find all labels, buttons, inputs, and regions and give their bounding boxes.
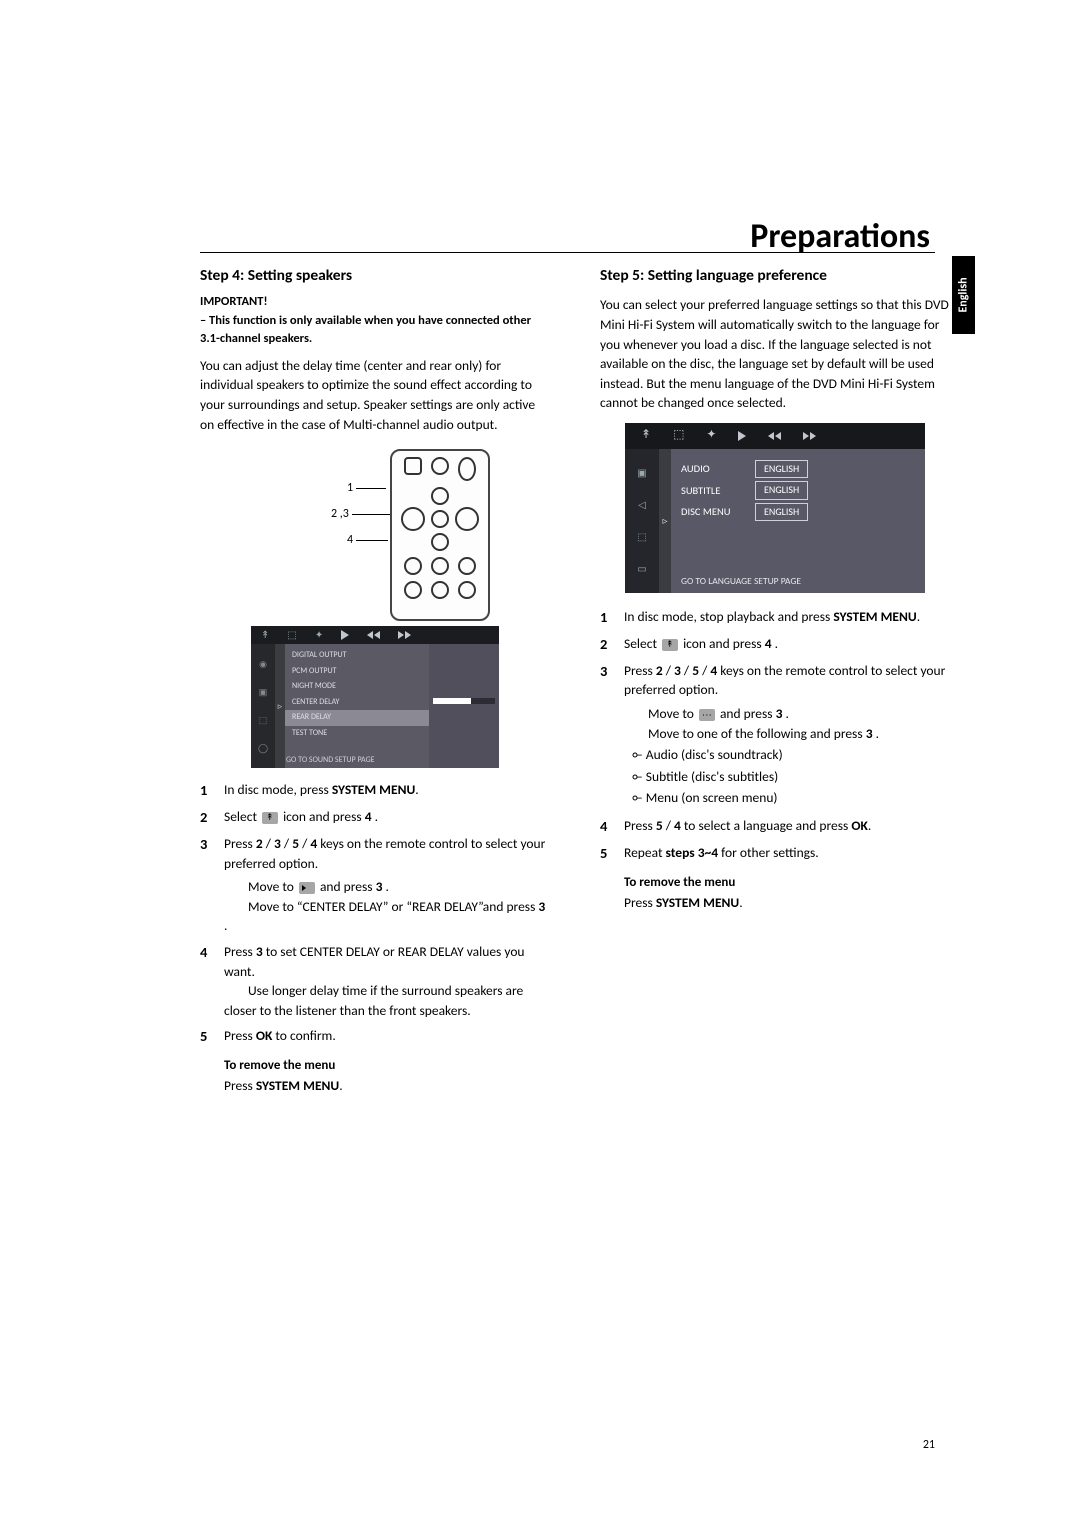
step-text: Select icon and press 4 . [224, 807, 550, 828]
lang-value: ENGLISH [755, 460, 808, 479]
rewind-icon [367, 631, 380, 639]
step-num: 1 [200, 780, 214, 801]
lang-value: ENGLISH [755, 481, 808, 500]
speaker-icon [299, 882, 315, 894]
step-num: 5 [600, 843, 614, 864]
step-num: 2 [600, 634, 614, 655]
sound-level-icon [662, 639, 678, 651]
language-menu-figure: ↟ ⬚ ✦ ▣◁⬚▭ ▹ AUDIOENGLISH SUBTITLEENGLIS… [625, 423, 925, 593]
menu-item: DIGITAL OUTPUT [285, 648, 429, 664]
play-icon [738, 431, 746, 441]
step-num: 1 [600, 607, 614, 628]
menu-topbar: ↟ ⬚ ✦ [251, 626, 499, 644]
callout-4: 4 [347, 532, 388, 549]
step-num: 2 [200, 807, 214, 828]
menu-item-selected: REAR DELAY [285, 710, 429, 726]
callout-23: 2 ,3 [331, 506, 398, 523]
page-title: Preparations [750, 216, 930, 257]
menu-list: DIGITAL OUTPUT PCM OUTPUT NIGHT MODE CEN… [285, 644, 429, 768]
menu-item: CENTER DELAY [285, 695, 429, 711]
lang-main: AUDIOENGLISH SUBTITLEENGLISH DISC MENUEN… [671, 449, 925, 593]
subtitle-icon [699, 709, 715, 721]
menu-slider [429, 644, 499, 768]
lang-footer: GO TO LANGUAGE SETUP PAGE [681, 575, 801, 589]
play-icon [341, 630, 349, 640]
forward-icon [803, 432, 816, 440]
step-num: 5 [200, 1026, 214, 1047]
menu-sidebar2: ▹ [275, 644, 285, 768]
step-text: Press 2 / 3 / 5 / 4 keys on the remote c… [224, 834, 550, 936]
step-num: 3 [600, 661, 614, 810]
lang-label: SUBTITLE [681, 483, 755, 498]
subtitle-icon: ⬚ [673, 427, 684, 444]
menu-item: TEST TONE [285, 726, 429, 742]
remote-figure: 1 2 ,3 4 [235, 444, 515, 624]
remove-heading: To remove the menu [224, 1057, 550, 1076]
subtitle-icon: ⬚ [287, 628, 296, 643]
menu-sidebar: ◉▣⬚◯ [251, 644, 275, 768]
lang-topbar: ↟ ⬚ ✦ [625, 423, 925, 449]
callout-1: 1 [347, 480, 386, 497]
speaker-icon: ✦ [706, 427, 716, 444]
lang-sidebar: ▣◁⬚▭ [625, 449, 659, 593]
divider [200, 252, 935, 253]
list-item: – Menu (on screen menu) [648, 788, 950, 808]
language-tab: English [952, 256, 975, 334]
lang-label: DISC MENU [681, 504, 755, 519]
page-number: 21 [923, 1438, 935, 1452]
sound-level-icon: ↟ [261, 628, 269, 643]
step-text: Select icon and press 4 . [624, 634, 950, 655]
sound-level-icon [262, 812, 278, 824]
remove-heading: To remove the menu [624, 874, 950, 893]
lang-value: ENGLISH [755, 503, 808, 522]
important-label: IMPORTANT! [200, 293, 550, 311]
step4-intro: You can adjust the delay time (center an… [200, 356, 550, 434]
speaker-icon: ✦ [315, 628, 323, 643]
step5-list: 1 In disc mode, stop playback and press … [600, 607, 950, 864]
step5-title: Step 5: Setting language preference [600, 265, 950, 287]
menu-item: NIGHT MODE [285, 679, 429, 695]
sound-level-icon: ↟ [641, 427, 651, 444]
step-text: Repeat steps 3~4 for other settings. [624, 843, 950, 864]
lang-label: AUDIO [681, 461, 755, 476]
step-num: 4 [600, 816, 614, 837]
step-num: 3 [200, 834, 214, 936]
left-column: Step 4: Setting speakers IMPORTANT! – Th… [200, 265, 550, 1096]
step5-intro: You can select your preferred language s… [600, 295, 950, 412]
language-tab-label: English [957, 277, 971, 312]
sound-menu-figure: ↟ ⬚ ✦ ◉▣⬚◯ ▹ DIGITAL OUTPUT PCM OUTPUT N… [251, 626, 499, 768]
forward-icon [398, 631, 411, 639]
list-item: – Audio (disc's soundtrack) [648, 745, 950, 765]
step4-list: 1 In disc mode, press SYSTEM MENU. 2 Sel… [200, 780, 550, 1047]
step-text: Press 5 / 4 to select a language and pre… [624, 816, 950, 837]
remove-menu-block: To remove the menu Press SYSTEM MENU. [624, 874, 950, 912]
remote-body [390, 449, 490, 621]
rewind-icon [768, 432, 781, 440]
step-text: In disc mode, press SYSTEM MENU. [224, 780, 550, 801]
step-text: In disc mode, stop playback and press SY… [624, 607, 950, 628]
step-text: Press 2 / 3 / 5 / 4 keys on the remote c… [624, 661, 950, 810]
bullet-list: – Audio (disc's soundtrack) – Subtitle (… [624, 745, 950, 808]
step-text: Press OK to confirm. [224, 1026, 550, 1047]
step-text: Press 3 to set CENTER DELAY or REAR DELA… [224, 942, 550, 1020]
important-text: – This function is only available when y… [200, 312, 550, 348]
lang-sidebar2: ▹ [659, 449, 671, 593]
step-num: 4 [200, 942, 214, 1020]
step4-title: Step 4: Setting speakers [200, 265, 550, 287]
remove-menu-block: To remove the menu Press SYSTEM MENU. [224, 1057, 550, 1095]
list-item: – Subtitle (disc's subtitles) [648, 767, 950, 787]
right-column: Step 5: Setting language preference You … [600, 265, 950, 1096]
menu-item: PCM OUTPUT [285, 664, 429, 680]
menu-footer: GO TO SOUND SETUP PAGE [286, 755, 375, 767]
